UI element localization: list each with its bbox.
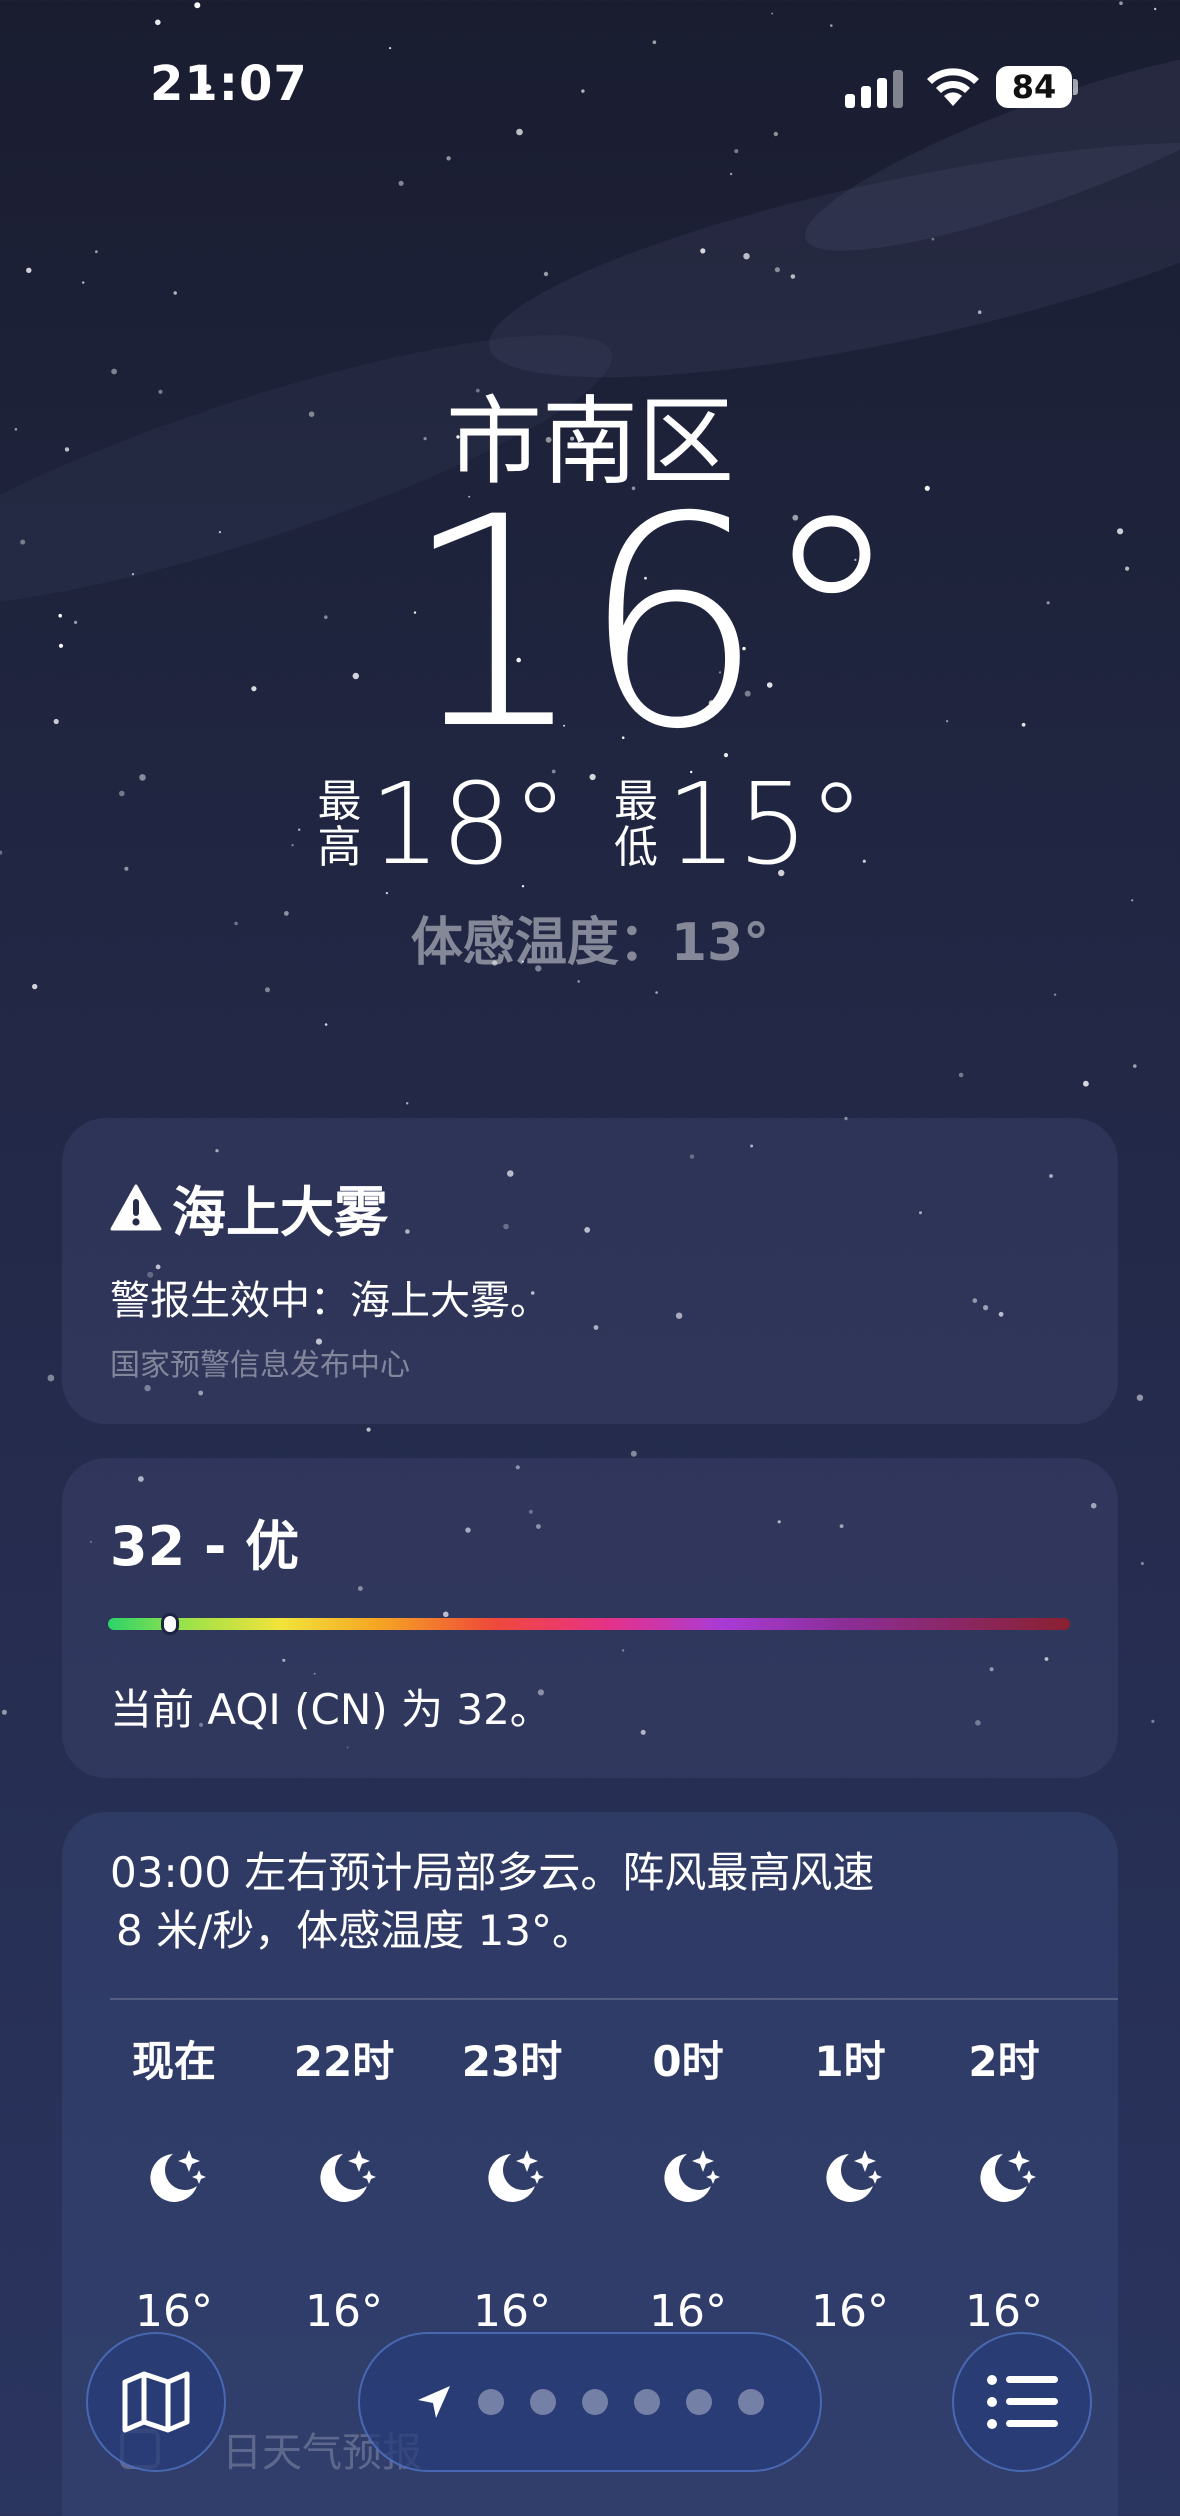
hour-time: 现在 [131,2037,216,2086]
hour-time: 23时 [461,2037,563,2086]
moon-stars-icon [320,2150,376,2202]
hourly-item: 23时 16° [432,2032,592,2337]
location-list-button[interactable] [952,2332,1092,2472]
page-dot [582,2389,608,2415]
hour-temperature: 16° [811,2286,889,2337]
battery-icon: 84 [996,66,1078,108]
hour-time: 22时 [293,2037,395,2086]
battery-level: 84 [996,66,1072,108]
high-temperature: 最高 18° [315,760,568,890]
status-time: 21:07 [150,56,308,112]
feels-like-temperature: 体感温度：13° [410,913,770,973]
warning-triangle-icon [110,1184,162,1230]
location-arrow-icon [418,2386,450,2418]
page-dot [738,2389,764,2415]
aqi-description: 当前 AQI (CN) 为 32。 [110,1685,552,1734]
alert-title-text: 海上大雾 [172,1181,388,1244]
location-page-indicator[interactable] [358,2332,822,2472]
hour-temperature: 16° [965,2286,1043,2337]
hour-temperature: 16° [135,2286,213,2337]
alert-source: 国家预警信息发布中心 [110,1348,410,1383]
air-quality-card[interactable]: 32 - 优 当前 AQI (CN) 为 32。 [62,1458,1118,1778]
low-value: 15° [666,760,865,890]
hourly-item: 0时 16° [608,2032,768,2337]
aqi-indicator [160,1613,179,1635]
hourly-item: 22时 16° [264,2032,424,2337]
hourly-item: 现在 16° [94,2032,254,2337]
hourly-list[interactable]: 现在 16° 22时 16° 23时 16° 0时 16° 1时 16° 2时 16° [62,2032,1118,2362]
hourly-summary-line2: 8 米/秒，体感温度 13°。 [116,1906,595,1955]
aqi-title: 32 - 优 [110,1515,300,1578]
hour-temperature: 16° [473,2286,551,2337]
page-dot [634,2389,660,2415]
weather-alert-card[interactable]: 海上大雾 警报生效中：海上大雾。 国家预警信息发布中心 [62,1118,1118,1424]
hourly-summary-line1: 03:00 左右预计局部多云。阵风最高风速 [110,1848,875,1897]
current-temperature: 16° [401,456,904,793]
moon-stars-icon [664,2150,720,2202]
hourly-item: 2时 16° [924,2032,1084,2337]
high-label: 最高 [317,776,362,873]
moon-stars-icon [826,2150,882,2202]
low-label: 最低 [614,776,658,873]
page-dot [530,2389,556,2415]
high-low-temperatures: 最高 18° 最低 15° [0,760,1180,890]
divider [110,1998,1118,2000]
wifi-icon [927,68,979,106]
alert-body: 警报生效中：海上大雾。 [110,1278,550,1324]
moon-stars-icon [150,2150,206,2202]
hour-temperature: 16° [305,2286,383,2337]
low-temperature: 最低 15° [612,760,865,890]
list-icon [987,2375,1058,2429]
moon-stars-icon [980,2150,1036,2202]
hour-temperature: 16° [649,2286,727,2337]
aqi-scale-bar [108,1613,1070,1635]
hour-time: 2时 [968,2037,1040,2086]
moon-stars-icon [488,2150,544,2202]
cellular-signal-icon [845,68,905,108]
hour-time: 0时 [652,2037,724,2086]
high-value: 18° [369,760,568,890]
page-dot [686,2389,712,2415]
hourly-item: 1时 16° [770,2032,930,2337]
map-icon [122,2371,190,2433]
hourly-summary: 03:00 左右预计局部多云。阵风最高风速 8 米/秒，体感温度 13°。 [110,1844,1010,1960]
alert-title: 海上大雾 [110,1168,388,1247]
hour-time: 1时 [814,2037,886,2086]
map-button[interactable] [86,2332,226,2472]
page-dot [478,2389,504,2415]
